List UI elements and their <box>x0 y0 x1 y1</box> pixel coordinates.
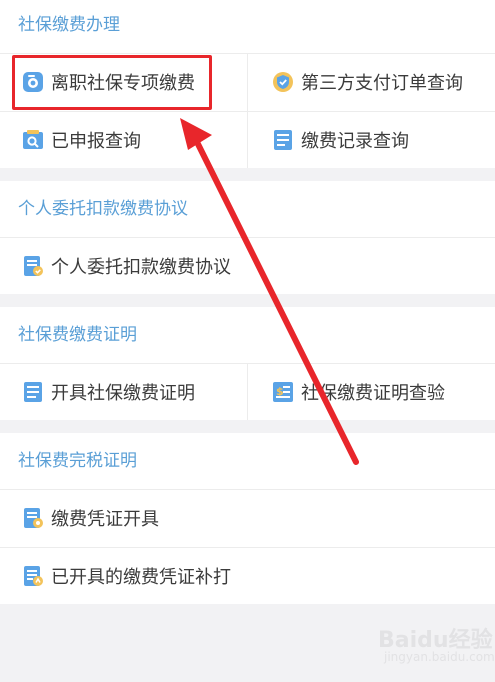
item-label: 社保缴费证明查验 <box>301 383 445 404</box>
baidu-watermark-url: jingyan.baidu.com <box>384 650 495 664</box>
search-document-icon <box>22 129 44 151</box>
highlight-box <box>12 55 212 110</box>
item-label: 第三方支付订单查询 <box>301 73 463 94</box>
entrusted-deduction-agreement-button[interactable]: 个人委托扣款缴费协议 <box>22 238 231 294</box>
section-title: 社保缴费办理 <box>18 15 120 35</box>
section-title: 社保费完税证明 <box>18 451 137 471</box>
item-label: 缴费记录查询 <box>301 131 409 152</box>
section-payment-certificate: 社保费缴费证明 开具社保缴费证明 $ 社保缴费证明查验 <box>0 307 495 420</box>
third-party-order-query-button[interactable]: 第三方支付订单查询 <box>272 54 463 110</box>
certificate-document-icon <box>22 381 44 403</box>
item-label: 开具社保缴费证明 <box>51 383 195 404</box>
item-label: 缴费凭证开具 <box>51 509 159 530</box>
shield-badge-icon <box>272 71 294 93</box>
section-personal-entrusted-deduction: 个人委托扣款缴费协议 个人委托扣款缴费协议 <box>0 181 495 294</box>
section-title: 社保费缴费证明 <box>18 325 137 345</box>
voucher-document-icon <box>22 507 44 529</box>
verify-payment-certificate-button[interactable]: $ 社保缴费证明查验 <box>272 364 445 420</box>
issue-payment-voucher-button[interactable]: 缴费凭证开具 <box>22 490 159 546</box>
item-label: 已开具的缴费凭证补打 <box>51 567 231 588</box>
verify-calculator-icon: $ <box>272 381 294 403</box>
reprint-document-icon <box>22 565 44 587</box>
agreement-document-icon <box>22 255 44 277</box>
reprint-payment-voucher-button[interactable]: 已开具的缴费凭证补打 <box>22 548 231 604</box>
item-label: 个人委托扣款缴费协议 <box>51 257 231 278</box>
declared-query-button[interactable]: 已申报查询 <box>22 112 141 168</box>
section-title: 个人委托扣款缴费协议 <box>18 199 188 219</box>
divider <box>247 364 248 420</box>
item-label: 已申报查询 <box>51 131 141 152</box>
section-tax-payment-certificate: 社保费完税证明 缴费凭证开具 已开具的缴费凭证补打 <box>0 433 495 604</box>
issue-payment-certificate-button[interactable]: 开具社保缴费证明 <box>22 364 195 420</box>
payment-record-query-button[interactable]: 缴费记录查询 <box>272 112 409 168</box>
record-list-icon <box>272 129 294 151</box>
